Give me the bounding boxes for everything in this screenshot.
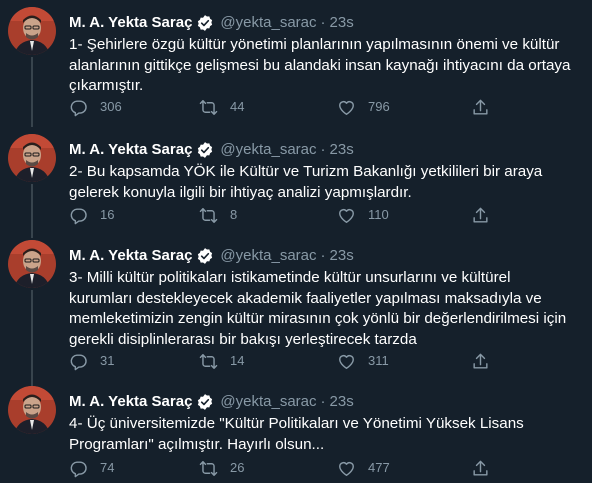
tweet-header: M. A. Yekta Saraç @yekta_sarac · 23s <box>69 13 354 33</box>
avatar[interactable] <box>8 134 56 182</box>
share-icon <box>473 460 488 476</box>
retweet-button[interactable]: 14 <box>199 351 244 371</box>
retweet-count: 14 <box>230 353 245 368</box>
share-icon <box>473 353 488 369</box>
heart-icon <box>339 354 354 369</box>
avatar-portrait-icon <box>8 386 56 434</box>
heart-icon <box>339 461 354 476</box>
retweet-icon <box>199 460 218 476</box>
like-count: 796 <box>368 99 390 114</box>
verified-badge-icon <box>198 15 213 31</box>
tweet-header: M. A. Yekta Saraç @yekta_sarac · 23s <box>69 392 354 412</box>
reply-icon <box>70 207 87 224</box>
avatar-portrait-icon <box>8 7 56 55</box>
tweet-header: M. A. Yekta Saraç @yekta_sarac · 23s <box>69 246 354 266</box>
avatar-portrait-icon <box>8 240 56 288</box>
tweet-1[interactable]: M. A. Yekta Saraç @yekta_sarac · 23s 1- … <box>0 7 592 127</box>
author-handle[interactable]: @yekta_sarac <box>220 13 316 33</box>
reply-icon <box>70 99 87 116</box>
author-handle[interactable]: @yekta_sarac <box>220 246 316 266</box>
tweet-4[interactable]: M. A. Yekta Saraç @yekta_sarac · 23s 4- … <box>0 386 592 483</box>
reply-count: 16 <box>100 207 115 222</box>
tweet-text: 2- Bu kapsamda YÖK ile Kültür ve Turizm … <box>69 163 543 201</box>
tweet-timestamp[interactable]: 23s <box>330 13 354 33</box>
reply-count: 74 <box>100 460 115 475</box>
tweet-text: 4- Üç üniversitemizde "Kültür Politikala… <box>69 415 524 453</box>
author-handle[interactable]: @yekta_sarac <box>220 392 316 412</box>
tweet-timestamp[interactable]: 23s <box>330 246 354 266</box>
author-handle[interactable]: @yekta_sarac <box>220 140 316 160</box>
share-button[interactable] <box>471 458 490 478</box>
header-separator: · <box>320 141 326 158</box>
retweet-icon <box>199 99 218 115</box>
author-name[interactable]: M. A. Yekta Saraç <box>69 392 192 412</box>
reply-icon <box>70 353 87 370</box>
thread-connector <box>31 184 33 238</box>
retweet-count: 26 <box>230 460 245 475</box>
author-name[interactable]: M. A. Yekta Saraç <box>69 140 192 160</box>
retweet-count: 44 <box>230 99 245 114</box>
share-button[interactable] <box>471 205 490 225</box>
thread-connector <box>31 290 33 386</box>
header-separator: · <box>320 393 326 410</box>
tweet-thread: M. A. Yekta Saraç @yekta_sarac · 23s 1- … <box>0 0 592 483</box>
reply-button[interactable]: 74 <box>69 458 114 478</box>
tweet-timestamp[interactable]: 23s <box>330 140 354 160</box>
author-name[interactable]: M. A. Yekta Saraç <box>69 13 192 33</box>
like-count: 110 <box>368 207 389 222</box>
header-separator: · <box>320 14 326 31</box>
avatar[interactable] <box>8 240 56 288</box>
like-button[interactable]: 796 <box>337 97 390 117</box>
retweet-button[interactable]: 44 <box>199 97 244 117</box>
tweet-actions: 306 44 796 <box>69 97 589 117</box>
avatar-portrait-icon <box>8 134 56 182</box>
share-button[interactable] <box>471 97 490 117</box>
avatar[interactable] <box>8 386 56 434</box>
heart-icon <box>339 208 354 223</box>
tweet-actions: 31 14 311 <box>69 351 589 371</box>
tweet-timestamp[interactable]: 23s <box>330 392 354 412</box>
share-icon <box>473 207 488 223</box>
share-icon <box>473 99 488 115</box>
retweet-button[interactable]: 8 <box>199 205 237 225</box>
avatar[interactable] <box>8 7 56 55</box>
like-button[interactable]: 110 <box>337 205 389 225</box>
like-button[interactable]: 477 <box>337 458 390 478</box>
share-button[interactable] <box>471 351 490 371</box>
retweet-button[interactable]: 26 <box>199 458 244 478</box>
verified-badge-icon <box>198 142 213 158</box>
like-count: 477 <box>368 460 390 475</box>
tweet-text: 3- Milli kültür politikaları istikametin… <box>69 269 567 348</box>
verified-badge-icon <box>198 248 213 264</box>
tweet-actions: 16 8 110 <box>69 205 589 225</box>
like-count: 311 <box>368 353 389 368</box>
reply-button[interactable]: 306 <box>69 97 122 117</box>
tweet-text: 1- Şehirlere özgü kültür yönetimi planla… <box>69 36 571 94</box>
reply-button[interactable]: 31 <box>69 351 114 371</box>
verified-badge-icon <box>198 394 213 410</box>
tweet-3[interactable]: M. A. Yekta Saraç @yekta_sarac · 23s 3- … <box>0 240 592 386</box>
header-separator: · <box>320 247 326 264</box>
reply-icon <box>70 460 87 477</box>
reply-button[interactable]: 16 <box>69 205 114 225</box>
reply-count: 31 <box>100 353 115 368</box>
thread-connector <box>31 57 33 127</box>
heart-icon <box>339 100 354 115</box>
like-button[interactable]: 311 <box>337 351 389 371</box>
retweet-icon <box>199 207 218 223</box>
tweet-header: M. A. Yekta Saraç @yekta_sarac · 23s <box>69 140 354 160</box>
author-name[interactable]: M. A. Yekta Saraç <box>69 246 192 266</box>
retweet-count: 8 <box>230 207 238 222</box>
tweet-2[interactable]: M. A. Yekta Saraç @yekta_sarac · 23s 2- … <box>0 134 592 254</box>
tweet-actions: 74 26 477 <box>69 458 589 478</box>
reply-count: 306 <box>100 99 122 114</box>
retweet-icon <box>199 353 218 369</box>
